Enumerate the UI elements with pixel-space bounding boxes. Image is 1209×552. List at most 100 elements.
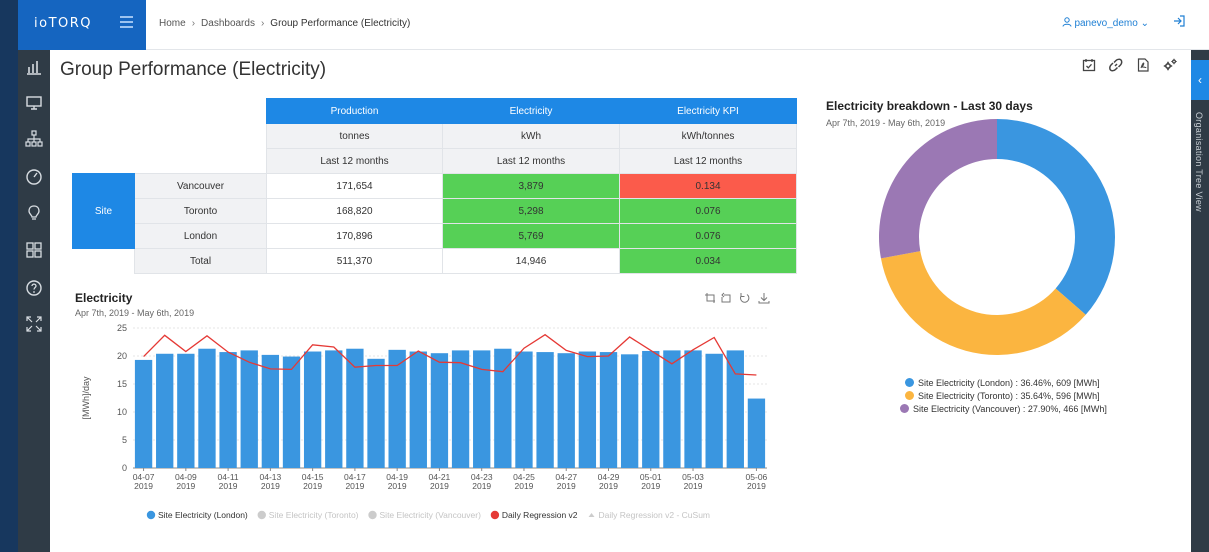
bar <box>599 352 618 468</box>
grid-icon[interactable] <box>25 241 43 259</box>
y-tick-label: 25 <box>117 323 127 333</box>
organisation-tree-view-tab[interactable]: Organisation Tree View <box>1194 112 1204 212</box>
menu-toggle-icon[interactable] <box>120 16 133 31</box>
y-tick-label: 15 <box>117 379 127 389</box>
chart-toolbox <box>704 292 784 307</box>
legend-dot-icon <box>905 391 914 400</box>
breadcrumb-separator-icon: › <box>260 18 265 29</box>
legend-triangle-icon <box>588 513 595 517</box>
chart-legend-item[interactable]: Site Electricity (Toronto) <box>257 510 359 520</box>
donut-legend-item[interactable]: Site Electricity (Vancouver) : 27.90%, 4… <box>900 403 1107 416</box>
y-tick-label: 10 <box>117 407 127 417</box>
bar <box>261 354 280 468</box>
legend-dot-icon <box>490 510 500 520</box>
calendar-check-icon[interactable] <box>1082 58 1096 72</box>
link-icon[interactable] <box>1108 58 1123 72</box>
y-tick-label: 20 <box>117 351 127 361</box>
breadcrumb-home[interactable]: Home <box>159 18 186 29</box>
site-group-label: Site <box>72 173 135 249</box>
logout-icon[interactable] <box>1173 15 1185 30</box>
row-label: Total <box>134 248 267 274</box>
donut-slice <box>878 119 997 259</box>
unit-cell: kWh/tonnes <box>619 123 797 149</box>
legend-label: Daily Regression v2 - CuSum <box>599 510 710 520</box>
zoom-area-icon[interactable] <box>705 293 715 303</box>
bar <box>726 350 744 468</box>
user-icon <box>1062 17 1072 27</box>
electricity-cell: 14,946 <box>442 248 620 274</box>
legend-label: Site Electricity (London) : 36.46%, 609 … <box>918 378 1100 388</box>
bar <box>747 398 766 468</box>
user-menu[interactable]: panevo_demo ⌄ <box>1062 17 1149 29</box>
legend-dot-icon <box>257 510 266 520</box>
x-tick-label: 2019 <box>430 481 449 491</box>
x-tick-label: 2019 <box>684 481 703 491</box>
breadcrumb-dashboards[interactable]: Dashboards <box>201 18 255 29</box>
chart-legend-item[interactable]: Daily Regression v2 - CuSum <box>588 510 710 520</box>
x-tick-label: 2019 <box>557 481 576 491</box>
settings-gears-icon[interactable] <box>1163 58 1177 72</box>
chart-legend-item[interactable]: Site Electricity (Vancouver) <box>368 510 481 520</box>
electricity-breakdown-donut <box>878 119 1115 356</box>
production-cell: 170,896 <box>266 223 443 249</box>
donut-slice <box>997 119 1115 315</box>
expand-icon[interactable] <box>25 315 43 333</box>
panel-toggle-chevron-left-icon[interactable]: ‹ <box>1191 60 1209 100</box>
bar <box>642 350 660 468</box>
unit-cell: kWh <box>442 123 620 149</box>
table-header-row: Production Electricity Electricity KPI <box>72 98 797 124</box>
download-icon[interactable] <box>758 293 770 304</box>
legend-label: Site Electricity (Vancouver) <box>380 510 482 520</box>
period-cell: Last 12 months <box>442 148 620 174</box>
bar-chart-icon[interactable] <box>25 58 43 76</box>
table-period-row: Last 12 months Last 12 months Last 12 mo… <box>72 148 797 174</box>
x-tick-label: 2019 <box>641 481 660 491</box>
kpi-table: Production Electricity Electricity KPI t… <box>72 98 797 274</box>
bar <box>134 359 153 468</box>
kpi-cell: 0.034 <box>619 248 797 274</box>
legend-label: Site Electricity (Vancouver) : 27.90%, 4… <box>913 404 1107 414</box>
x-tick-label: 2019 <box>747 481 766 491</box>
bar <box>494 348 512 468</box>
bar <box>451 350 470 468</box>
bar <box>367 358 385 468</box>
legend-label: Site Electricity (London) <box>158 510 248 520</box>
donut-legend-item[interactable]: Site Electricity (London) : 36.46%, 609 … <box>900 377 1107 390</box>
chevron-down-icon: ⌄ <box>1140 18 1149 29</box>
electricity-cell: 3,879 <box>442 173 620 199</box>
help-icon[interactable] <box>25 279 43 297</box>
hierarchy-icon[interactable] <box>25 130 43 148</box>
chart-legend-item[interactable]: Site Electricity (London) <box>146 510 248 520</box>
lightbulb-icon[interactable] <box>25 204 43 222</box>
bar <box>240 350 258 468</box>
zoom-reset-icon[interactable] <box>721 292 731 303</box>
brand-logo[interactable]: ioTORQ <box>34 16 92 31</box>
y-tick-label: 5 <box>122 435 127 445</box>
breadcrumb-separator-icon: › <box>191 18 196 29</box>
legend-label: Site Electricity (Toronto) <box>269 510 359 520</box>
kpi-cell: 0.134 <box>619 173 797 199</box>
donut-legend-item[interactable]: Site Electricity (Toronto) : 35.64%, 596… <box>900 390 1107 403</box>
restore-icon[interactable] <box>740 293 750 303</box>
chart-legend-item[interactable]: Daily Regression v2 <box>490 510 578 520</box>
main-content: Group Performance (Electricity) Producti… <box>50 50 1191 552</box>
kpi-cell: 0.076 <box>619 198 797 224</box>
user-name: panevo_demo <box>1074 18 1138 29</box>
pdf-icon[interactable] <box>1136 58 1150 72</box>
row-label: Vancouver <box>134 173 267 199</box>
table-units-row: tonnes kWh kWh/tonnes <box>72 123 797 149</box>
production-cell: 168,820 <box>266 198 443 224</box>
x-tick-label: 2019 <box>599 481 618 491</box>
gauge-icon[interactable] <box>25 168 43 186</box>
bar <box>557 353 575 468</box>
top-bar: ioTORQ Home › Dashboards › Group Performance… <box>18 0 1209 50</box>
monitor-icon[interactable] <box>25 94 43 112</box>
x-tick-label: 2019 <box>134 481 153 491</box>
bar <box>578 351 597 468</box>
period-cell: Last 12 months <box>619 148 797 174</box>
page-toolbar <box>1072 58 1177 75</box>
legend-dot-icon <box>900 404 909 413</box>
legend-dot-icon <box>905 378 914 387</box>
bar <box>388 349 406 468</box>
column-header-electricity-kpi: Electricity KPI <box>619 98 797 124</box>
